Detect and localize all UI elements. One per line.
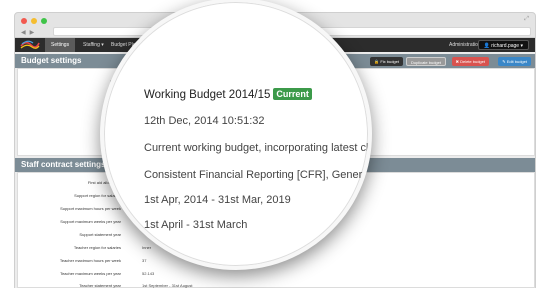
fix-budget-button[interactable]: 🔒 Fix budget (370, 57, 403, 66)
edit-icon: ✎ (502, 59, 506, 64)
lens-budget-title: Working Budget 2014/15 (144, 89, 271, 101)
magnifier-lens: Working Budget 2014/15 Current 12th Dec, … (100, 0, 372, 270)
lens-content: Working Budget 2014/15 Current 12th Dec, … (104, 2, 368, 266)
back-arrow-icon[interactable]: ◀ (21, 29, 26, 36)
logo-icon[interactable] (19, 40, 41, 50)
budget-settings-title: Budget settings (21, 56, 82, 65)
close-window-icon[interactable] (21, 18, 27, 24)
user-icon: 👤 (483, 43, 490, 49)
lens-financial-year-value: 1st Apr, 2014 - 31st Mar, 2019 (144, 194, 291, 206)
browser-nav-arrows: ◀ ▶ (21, 29, 34, 36)
duplicate-budget-button[interactable]: Duplicate budget (405, 57, 446, 66)
lens-budget-name: Working Budget 2014/15 Current (144, 88, 312, 101)
delete-icon: ✖ (455, 59, 459, 64)
field-label-teacher-weeks: Teacher maximum weeks per year (60, 271, 121, 276)
user-menu-button[interactable]: 👤 richard.page ▾ (477, 40, 529, 50)
lens-framework-value: Consistent Financial Reporting [CFR], Ge… (144, 169, 372, 181)
nav-settings[interactable]: Settings (45, 38, 76, 52)
lock-icon: 🔒 (374, 59, 380, 64)
app-window: Settings Staffing ▾ Budget Planning Admi… (14, 0, 536, 288)
delete-budget-button[interactable]: ✖ Delete budget (451, 57, 489, 66)
edit-budget-button[interactable]: ✎ Edit budget (498, 57, 531, 66)
duplicate-budget-label: Duplicate budget (410, 60, 441, 65)
field-value-teacher-year: 1st September - 31st August (142, 283, 193, 288)
current-badge: Current (273, 88, 312, 100)
staff-contract-title: Staff contract settings (21, 160, 106, 169)
window-controls (21, 18, 47, 24)
lens-payroll-year-value: 1st April - 31st March (144, 219, 248, 231)
maximize-window-icon[interactable] (41, 18, 47, 24)
fullscreen-icon[interactable]: ⤢ (524, 16, 529, 23)
forward-arrow-icon[interactable]: ▶ (30, 29, 35, 36)
lens-notes-value: Current working budget, incorporating la… (144, 142, 372, 154)
field-value-teacher-weeks: 52.143 (142, 271, 155, 276)
field-label-teacher-year: Teacher statement year (79, 283, 121, 288)
lens-created-value: 12th Dec, 2014 10:51:32 (144, 115, 265, 127)
fix-budget-label: Fix budget (380, 59, 399, 64)
edit-budget-label: Edit budget (506, 59, 527, 64)
user-menu-label: richard.page ▾ (491, 43, 523, 49)
delete-budget-label: Delete budget (460, 59, 485, 64)
minimize-window-icon[interactable] (31, 18, 37, 24)
